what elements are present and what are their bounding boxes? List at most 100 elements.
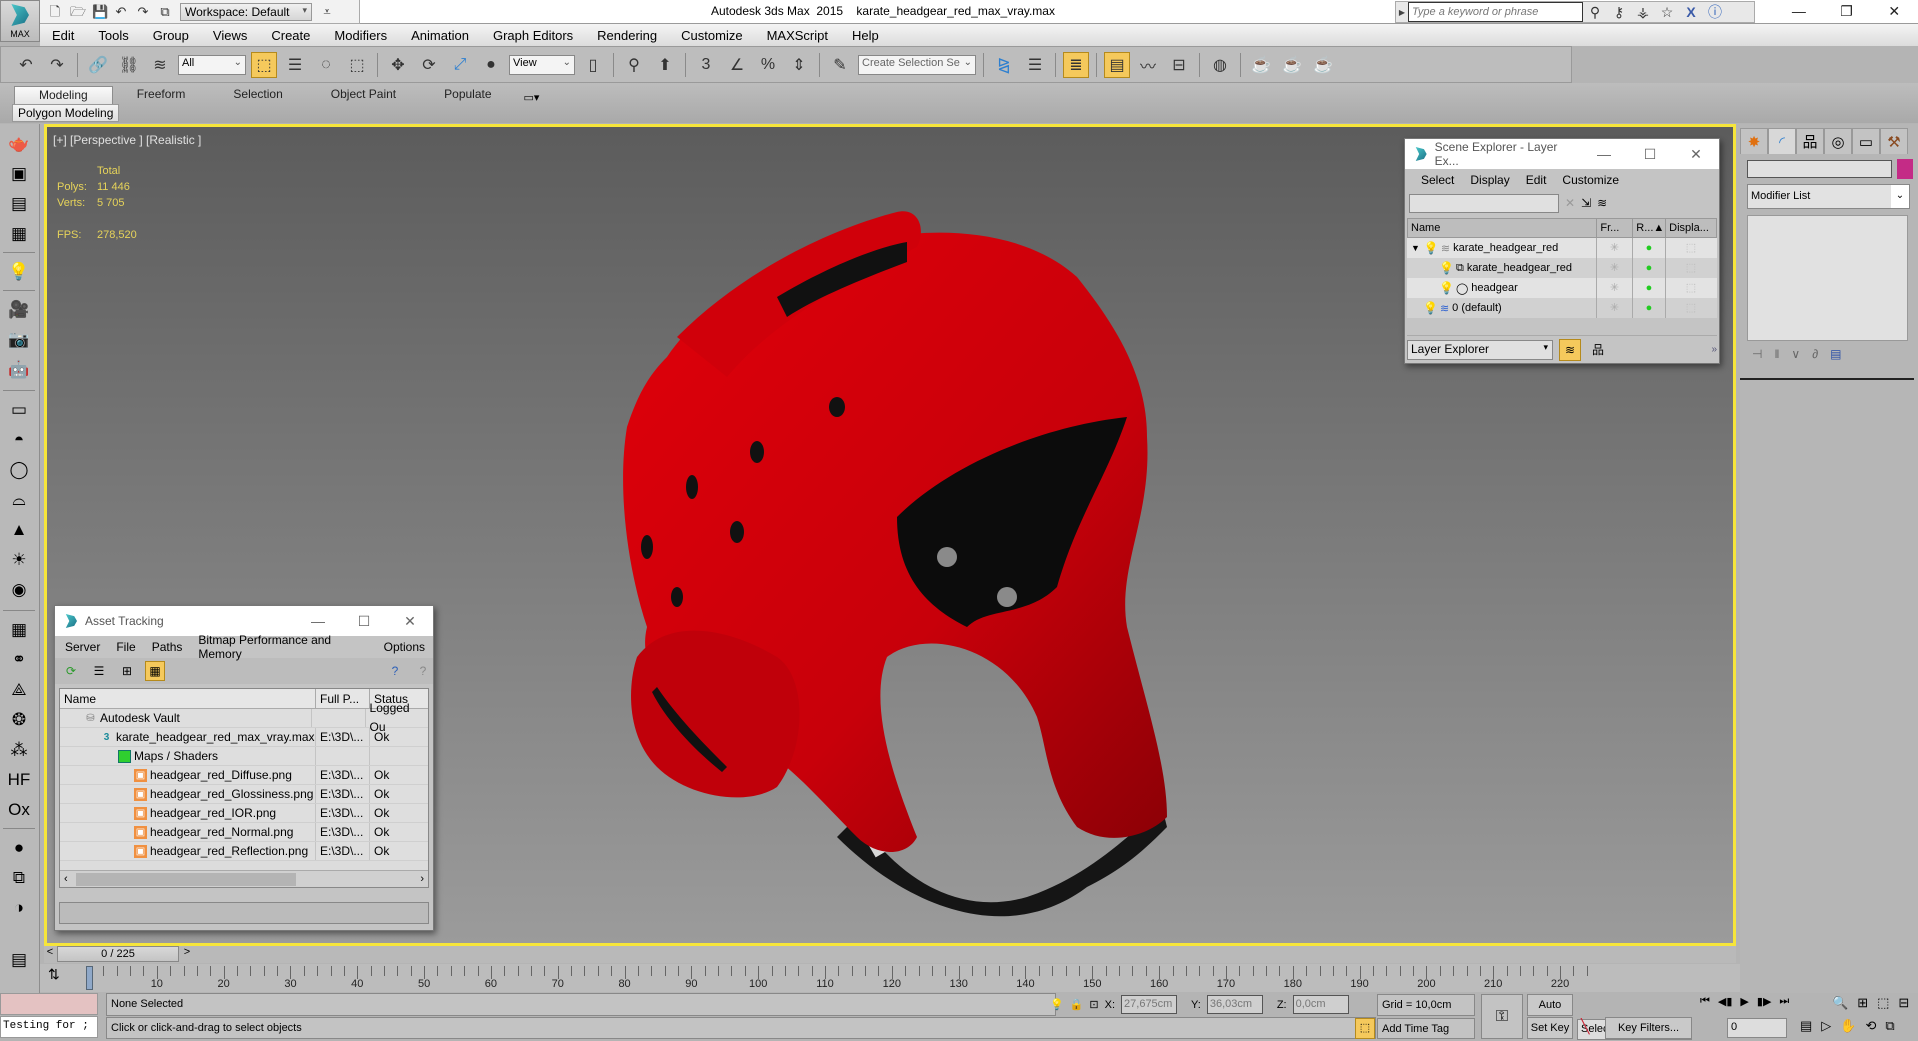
- vray-fur-icon[interactable]: ⁂: [6, 738, 32, 762]
- select-and-link-icon[interactable]: 🔗: [85, 52, 111, 78]
- selection-region-icon[interactable]: ◌: [313, 52, 339, 78]
- binoculars-icon[interactable]: ⚲: [1583, 4, 1607, 21]
- motion-tab-icon[interactable]: ◎: [1824, 128, 1852, 154]
- select-and-move-icon[interactable]: ✥: [385, 52, 411, 78]
- ornatrix-icon[interactable]: Ox: [6, 798, 32, 822]
- menu-group[interactable]: Group: [141, 28, 201, 43]
- time-slider-thumb[interactable]: 0 / 225: [57, 946, 179, 962]
- teapot-render-icon[interactable]: ●: [1633, 258, 1666, 278]
- asset-row[interactable]: Maps / Shaders: [60, 747, 428, 766]
- teapot-render-icon[interactable]: ●: [1633, 278, 1666, 298]
- scene-search-input[interactable]: [1409, 193, 1559, 213]
- column-full-path[interactable]: Full P...: [316, 689, 370, 708]
- vray-metaball-icon[interactable]: ⚭: [6, 648, 32, 672]
- window-crossing-icon[interactable]: ⬚: [344, 52, 370, 78]
- edit-named-selection-icon[interactable]: ✎: [827, 52, 853, 78]
- tree-view-icon[interactable]: ⊞: [117, 661, 137, 681]
- customize-qat-icon[interactable]: ⩡: [320, 4, 334, 19]
- light-bulb-icon[interactable]: 💡: [1424, 241, 1439, 255]
- expand-arrow-icon[interactable]: ▼: [1411, 243, 1420, 253]
- auto-key-button[interactable]: Auto Key: [1527, 994, 1573, 1031]
- favorites-star-icon[interactable]: ☆: [1655, 4, 1679, 21]
- tree-row[interactable]: ▼ 💡 ≋ karate_headgear_red ✳ ● ⬚: [1407, 238, 1717, 258]
- sliders-panel-icon[interactable]: ▦: [6, 222, 32, 246]
- selection-filter-dropdown[interactable]: All ⌄: [178, 54, 246, 75]
- maximize-button[interactable]: ☐: [341, 613, 387, 630]
- menu-rendering[interactable]: Rendering: [585, 28, 669, 43]
- object-color-swatch[interactable]: [1897, 159, 1913, 179]
- tree-row[interactable]: 💡 ◯ headgear ✳ ● ⬚: [1407, 278, 1717, 298]
- select-and-place-icon[interactable]: ●: [478, 52, 504, 78]
- asset-row[interactable]: ▣ headgear_red_Glossiness.png E:\3D\... O…: [60, 785, 428, 804]
- angle-snap-icon[interactable]: ∠: [724, 52, 750, 78]
- robot-icon[interactable]: 🤖: [6, 358, 32, 382]
- zoom-extents-all-icon[interactable]: ⊟: [1898, 995, 1909, 1011]
- scripting-icon[interactable]: ▤: [6, 948, 32, 972]
- help-icon[interactable]: ⓘ: [1703, 2, 1727, 22]
- select-object-icon[interactable]: ⬚: [251, 51, 277, 78]
- freeze-icon[interactable]: ✳: [1597, 258, 1633, 278]
- minimize-button[interactable]: —: [295, 613, 341, 630]
- object-name-input[interactable]: [1747, 160, 1892, 178]
- current-frame-input[interactable]: 0: [1727, 1018, 1787, 1038]
- close-button[interactable]: ✕: [387, 613, 433, 630]
- utilities-tab-icon[interactable]: ⚒: [1880, 128, 1908, 154]
- go-to-end-icon[interactable]: ⏭: [1779, 995, 1789, 1008]
- menu-create[interactable]: Create: [259, 28, 322, 43]
- teapot-icon[interactable]: 🫖: [6, 132, 32, 156]
- zoom-extents-icon[interactable]: ⬚: [1877, 995, 1889, 1011]
- vray-proxy-icon[interactable]: ⟁: [6, 678, 32, 702]
- hierarchy-tab-icon[interactable]: 品: [1796, 128, 1824, 154]
- scroll-right-icon[interactable]: ›: [420, 873, 424, 885]
- explorer-mode-dropdown[interactable]: Layer Explorer ▾: [1407, 339, 1553, 360]
- sort-by-layer-icon[interactable]: ≋: [1559, 338, 1581, 361]
- polygon-modeling-panel[interactable]: Polygon Modeling: [12, 104, 120, 122]
- default-tangent-icon[interactable]: ╲: [1581, 1018, 1589, 1035]
- rendered-frame-window-icon[interactable]: ☕: [1279, 52, 1305, 78]
- column-render[interactable]: R...▲: [1633, 219, 1667, 237]
- help-icon[interactable]: ?: [413, 661, 433, 681]
- orbit-icon[interactable]: ⟲: [1865, 1018, 1876, 1034]
- next-frame-arrow-icon[interactable]: >: [181, 946, 193, 962]
- selection-lock-icon[interactable]: 🔒: [1070, 998, 1084, 1011]
- menu-edit[interactable]: Edit: [40, 28, 86, 43]
- vray-camera-icon[interactable]: 📷: [6, 328, 32, 352]
- go-to-start-icon[interactable]: ⏮: [1700, 995, 1710, 1008]
- pivot-center-icon[interactable]: ▯: [580, 52, 606, 78]
- maxscript-listener-output[interactable]: [0, 993, 98, 1015]
- display-box-icon[interactable]: ⬚: [1666, 238, 1716, 258]
- render-production-icon[interactable]: ☕: [1310, 52, 1336, 78]
- scroll-left-icon[interactable]: ‹: [64, 873, 68, 885]
- light-lister-icon[interactable]: 💡: [6, 260, 32, 284]
- percent-snap-icon[interactable]: %: [755, 52, 781, 78]
- next-frame-icon[interactable]: ▮▶: [1757, 995, 1772, 1008]
- x-coordinate-field[interactable]: 27,675cm: [1121, 995, 1178, 1014]
- vray-plane-light-icon[interactable]: ▭: [6, 398, 32, 422]
- menu-customize[interactable]: Customize: [1554, 173, 1627, 187]
- zoom-all-icon[interactable]: ⊞: [1857, 995, 1868, 1011]
- freeze-icon[interactable]: ✳: [1597, 278, 1633, 298]
- maximize-viewport-icon[interactable]: ⧉: [1885, 1018, 1894, 1034]
- minimize-button[interactable]: —: [1581, 146, 1627, 163]
- display-tab-icon[interactable]: ▭: [1852, 128, 1880, 154]
- isolate-selection-icon[interactable]: 💡: [1050, 998, 1064, 1011]
- unlink-selection-icon[interactable]: ⛓: [116, 52, 142, 78]
- menu-animation[interactable]: Animation: [399, 28, 481, 43]
- tab-populate[interactable]: Populate: [420, 86, 515, 104]
- refresh-icon[interactable]: ⟳: [61, 661, 81, 681]
- create-layer-icon[interactable]: ≋: [1597, 196, 1607, 210]
- schematic-view-icon[interactable]: ⊟: [1166, 52, 1192, 78]
- menu-tools[interactable]: Tools: [86, 28, 140, 43]
- menu-edit[interactable]: Edit: [1518, 173, 1555, 187]
- play-icon[interactable]: ▶: [1740, 995, 1748, 1008]
- tab-object-paint[interactable]: Object Paint: [307, 86, 420, 104]
- material-converter-icon[interactable]: ⧉: [6, 866, 32, 890]
- keyboard-shortcut-override-icon[interactable]: ⬆: [652, 52, 678, 78]
- show-end-result-icon[interactable]: ‖: [1774, 347, 1779, 361]
- vray-ies-light-icon[interactable]: ⌓: [6, 488, 32, 512]
- remove-modifier-icon[interactable]: ∂: [1812, 347, 1818, 361]
- column-display[interactable]: Displa...: [1666, 219, 1716, 237]
- search-input[interactable]: [1408, 2, 1583, 22]
- asset-row[interactable]: ▣ headgear_red_Reflection.png E:\3D\... O…: [60, 842, 428, 861]
- add-to-layer-icon[interactable]: ⇲: [1581, 196, 1591, 210]
